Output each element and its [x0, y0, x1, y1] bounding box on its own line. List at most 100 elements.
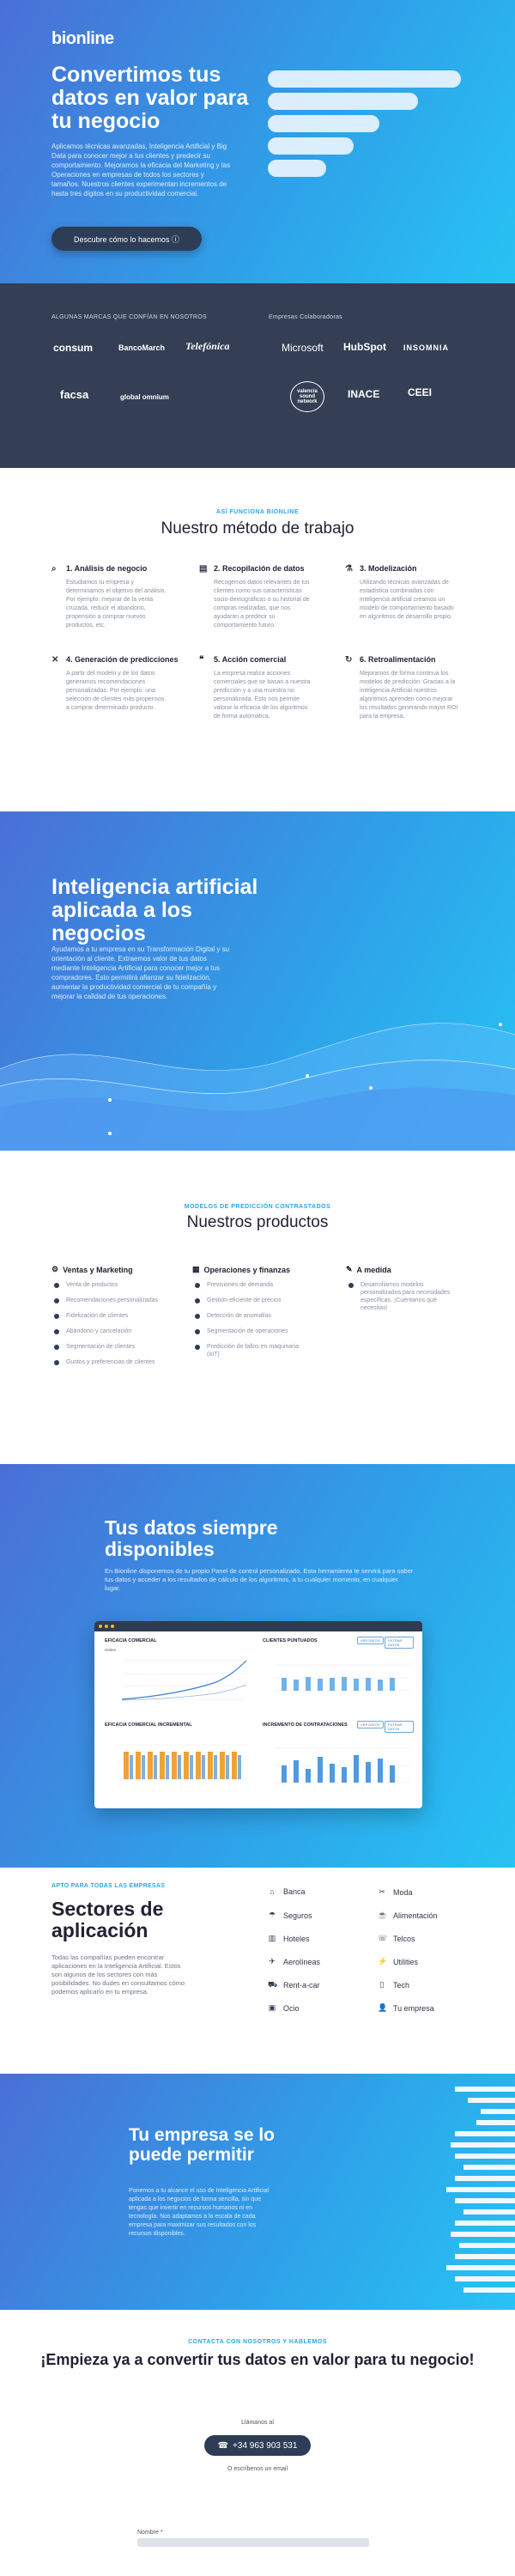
- product-column-title: Ventas y Marketing: [63, 1265, 133, 1274]
- list-item: Fidelización de clientes: [52, 1312, 167, 1320]
- sector-item-seguros: ☂ Seguros: [268, 1911, 312, 1920]
- clients-heading: ALGUNAS MARCAS QUE CONFÍAN EN NOSOTROS: [52, 314, 207, 320]
- decorative-stripe: [455, 2276, 515, 2281]
- sector-item-aerolineas: ✈ Aerolíneas: [268, 1957, 320, 1966]
- umbrella-icon: ☂: [268, 1911, 276, 1919]
- bar-chart-graphic: [118, 1744, 246, 1780]
- list-item: Detección de anomalías: [192, 1312, 308, 1320]
- pencil-icon: ✎: [346, 1265, 353, 1273]
- phone-button[interactable]: ☎ +34 963 903 531: [204, 2435, 311, 2456]
- data-section: Tus datos siempre disponibles En Bionlin…: [0, 1464, 515, 1868]
- sectors-kicker: APTO PARA TODAS LAS EMPRESAS: [52, 1883, 166, 1889]
- brand-logo-inace: INACE: [348, 388, 380, 400]
- window-dot-icon: [111, 1625, 114, 1628]
- discover-button[interactable]: Descubre cómo lo hacemos ⓘ: [52, 227, 202, 251]
- step-title: 1. Análisis de negocio: [66, 564, 148, 573]
- sector-item-hoteles: ▥ Hoteles: [268, 1934, 310, 1943]
- brands-section: ALGUNAS MARCAS QUE CONFÍAN EN NOSOTROS E…: [0, 283, 515, 468]
- email-label: O escríbenos un email: [227, 2466, 288, 2472]
- decorative-stripe: [455, 2254, 515, 2259]
- bar-chart-graphic: [276, 1747, 410, 1783]
- sector-label: Aerolíneas: [283, 1957, 321, 1966]
- decorative-stripe: [464, 2209, 515, 2215]
- logo[interactable]: bionline: [52, 29, 114, 49]
- brand-logo-ceei: CEEI: [408, 386, 433, 398]
- list-item: Abandono y cancelación: [52, 1327, 167, 1335]
- sector-label: Hoteles: [283, 1934, 310, 1943]
- ai-section: Inteligencia artificial aplicada a los n…: [0, 811, 515, 1151]
- decorative-stripe: [451, 2232, 515, 2237]
- product-column-title: Operaciones y finanzas: [203, 1265, 291, 1274]
- hero-description: Aplicamos técnicas avanzadas, Inteligenc…: [52, 143, 231, 197]
- window-dot-icon: [99, 1625, 102, 1628]
- name-input[interactable]: [137, 2538, 369, 2547]
- product-column-custom: ✎ A medida Desarrollamos modelos personal…: [346, 1265, 462, 1320]
- bar-chart-graphic: [276, 1664, 410, 1692]
- step-text: Mejoramos de forma continua los modelos …: [360, 671, 458, 720]
- brand-logo-consum: consum: [53, 342, 94, 354]
- data-description: En Bionline disponemos de tu propio Pane…: [105, 1567, 414, 1592]
- bank-icon: ⌂: [270, 1887, 275, 1896]
- company-description: Ponemos a tu alcance el uso de Inteligen…: [129, 2188, 270, 2237]
- dashboard-panel: CLIENTES PUNTUADOS VER DATOS FILTRAR DAT…: [263, 1637, 414, 1720]
- product-column-sales: ⚙ Ventas y Marketing Venta de productos R…: [52, 1265, 167, 1374]
- step-text: La empresa realiza acciones comerciales …: [214, 671, 311, 720]
- scissors-icon: ✂: [379, 1887, 385, 1896]
- company-title: Tu empresa se lo puede permitir: [129, 2125, 276, 2165]
- decorative-stripe: [455, 2176, 515, 2181]
- decorative-stripe: [455, 2198, 515, 2203]
- name-label: Nombre *: [137, 2530, 163, 2536]
- products-section: MODELOS DE PREDICCIÓN CONTRASTADOS Nuest…: [0, 1151, 515, 1464]
- sector-item-rent-a-car: ⛟ Rent-a-car: [268, 1980, 320, 1990]
- method-step: ↻ 6. Retroalimentación Mejoramos de forma…: [345, 655, 474, 721]
- lightning-icon: ⚡: [378, 1957, 388, 1965]
- hero-section: bionline Convertimos tus datos en valor …: [0, 0, 515, 283]
- filter-data-button[interactable]: FILTRAR DATOS: [385, 1637, 414, 1649]
- brand-logo-telefonica: Telefónica: [185, 340, 230, 352]
- phone-icon: ☎: [217, 2440, 229, 2451]
- view-data-button[interactable]: VER DATOS: [357, 1637, 384, 1644]
- list-item: Segmentación de operaciones: [192, 1327, 308, 1335]
- brand-logo-bancomarch: BancoMarch: [118, 343, 166, 352]
- filter-data-button[interactable]: FILTRAR DATOS: [385, 1721, 414, 1733]
- user-icon: 👤: [378, 2003, 388, 2012]
- view-data-button[interactable]: VER DATOS: [357, 1721, 384, 1728]
- calculator-icon: ▦: [192, 1265, 200, 1273]
- dashboard-panel: INCREMENTO DE CONTRATACIONES VER DATOS F…: [263, 1721, 414, 1804]
- tools-icon: ✕: [52, 655, 59, 665]
- window-dot-icon: [105, 1625, 108, 1628]
- window-titlebar: [94, 1621, 422, 1631]
- flask-icon: ⚗: [345, 564, 353, 574]
- list-item: Gestión eficiente de precios: [192, 1297, 308, 1304]
- plane-icon: ✈: [269, 1957, 276, 1965]
- sector-label: Alimentación: [393, 1911, 438, 1920]
- sector-label: Seguros: [283, 1911, 312, 1920]
- sector-item-telcos: ☏ Telcos: [378, 1934, 415, 1943]
- decorative-bar: [268, 160, 326, 177]
- mobile-icon: ▯: [379, 1980, 385, 1989]
- decorative-bar: [268, 115, 379, 132]
- decorative-stripe: [476, 2120, 515, 2125]
- sector-label: Utilities: [393, 1957, 419, 1966]
- sector-label: Telcos: [393, 1934, 415, 1943]
- brand-logo-facsa: facsa: [60, 388, 89, 401]
- contact-kicker: CONTACTA CON NOSOTROS Y HABLEMOS: [188, 2339, 327, 2345]
- gear-icon: ⚙: [52, 1265, 59, 1273]
- decorative-stripe: [455, 2087, 515, 2092]
- product-column-title: A medida: [356, 1265, 391, 1274]
- brand-logo-hubspot: HubSpot: [343, 341, 386, 353]
- method-section: ASÍ FUNCIONA BIONLINE Nuestro método de …: [0, 468, 515, 811]
- dashboard-panel: EFICACIA COMERCIAL INCREMENTAL: [105, 1722, 256, 1804]
- products-title: Nuestros productos: [186, 1213, 329, 1231]
- decorative-stripe: [464, 2287, 515, 2293]
- step-title: 2. Recopilación de datos: [214, 564, 305, 573]
- step-title: 3. Modelización: [360, 564, 417, 573]
- step-text: Recogemos datos relevantes de tus client…: [214, 580, 310, 629]
- list-item: Recomendaciones personalizadas: [52, 1297, 167, 1304]
- sector-label: Banca: [283, 1887, 306, 1896]
- decorative-stripe: [455, 2131, 515, 2136]
- sector-label: Tu empresa: [393, 2003, 434, 2013]
- sector-label: Tech: [393, 1980, 410, 1990]
- method-step: ❝ 5. Acción comercial La empresa realiza …: [199, 655, 328, 721]
- sector-item-utilities: ⚡ Utilities: [378, 1957, 418, 1966]
